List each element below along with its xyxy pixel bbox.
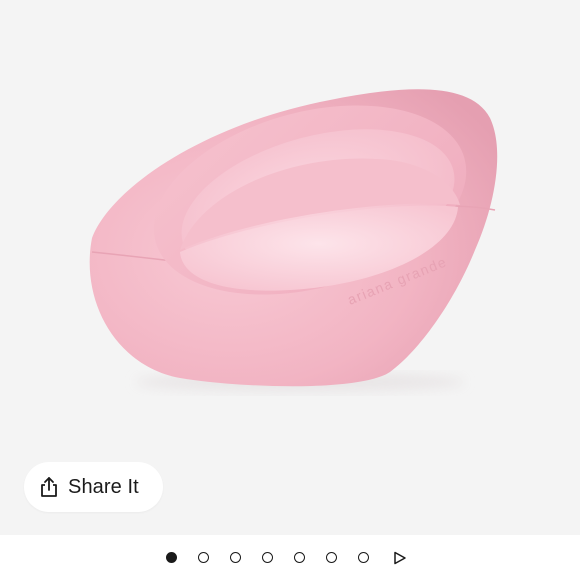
share-label: Share It xyxy=(68,475,139,498)
share-button[interactable]: Share It xyxy=(24,462,163,512)
carousel-dot-7[interactable] xyxy=(357,552,369,563)
carousel-dot-1[interactable] xyxy=(165,552,177,563)
carousel-dot-5[interactable] xyxy=(293,552,305,563)
play-triangle-icon[interactable] xyxy=(393,551,407,565)
carousel-pager xyxy=(0,535,580,580)
carousel-dot-4[interactable] xyxy=(261,552,273,563)
carousel-dot-6[interactable] xyxy=(325,552,337,563)
product-gallery: ariana grande Share It xyxy=(0,0,580,535)
carousel-dots xyxy=(165,551,407,565)
carousel-dot-2[interactable] xyxy=(197,552,209,563)
carousel-dot-3[interactable] xyxy=(229,552,241,563)
product-image: ariana grande xyxy=(89,89,498,392)
share-icon xyxy=(38,476,60,498)
